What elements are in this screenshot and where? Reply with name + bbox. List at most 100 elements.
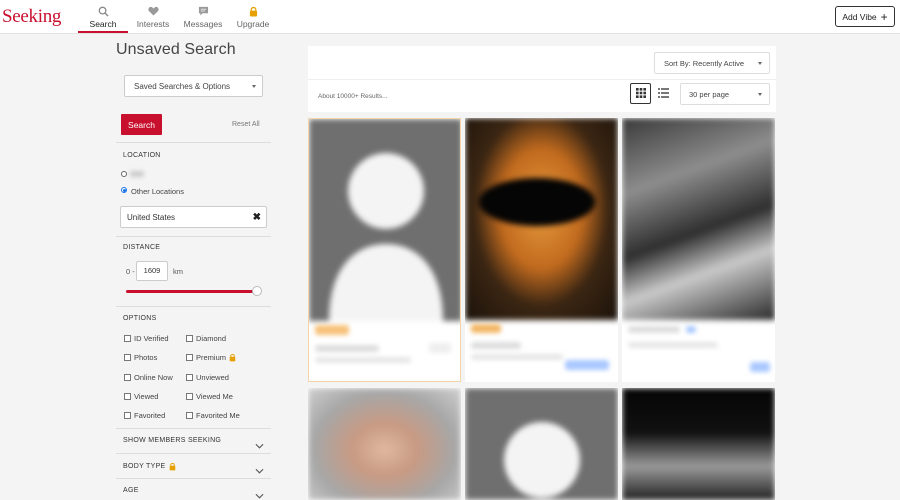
profile-photo[interactable] <box>465 118 618 320</box>
results-count: About 10000+ Results... <box>318 93 388 100</box>
option-label: Premium <box>196 353 227 362</box>
option-photos[interactable]: Photos <box>124 353 157 362</box>
plus-icon: + <box>880 9 888 24</box>
option-unviewed[interactable]: Unviewed <box>186 373 229 382</box>
heart-icon <box>147 5 159 17</box>
option-label: ID Verified <box>134 334 169 343</box>
checkbox[interactable] <box>124 374 131 381</box>
chevron-down-icon <box>255 436 264 454</box>
option-label: Viewed Me <box>196 392 233 401</box>
nav-interests-label: Interests <box>136 19 170 29</box>
option-label: Diamond <box>196 334 227 343</box>
grid-icon <box>635 85 646 103</box>
divider <box>308 79 776 80</box>
profile-info <box>622 320 775 382</box>
profile-photo[interactable] <box>309 119 460 321</box>
lock-icon <box>169 462 176 471</box>
nav-search[interactable]: Search <box>78 0 128 33</box>
option-label: Viewed <box>134 392 159 401</box>
search-button[interactable]: Search <box>121 114 162 135</box>
checkbox[interactable] <box>186 393 193 400</box>
checkbox[interactable] <box>186 354 193 361</box>
profile-photo[interactable] <box>622 118 775 320</box>
section-label: BODY TYPE <box>123 462 176 471</box>
clear-icon[interactable]: ✖ <box>253 212 261 223</box>
checkbox[interactable] <box>186 374 193 381</box>
divider <box>116 236 271 237</box>
current-location-radio[interactable] <box>121 171 127 177</box>
saved-searches-dropdown[interactable]: Saved Searches & Options <box>124 75 263 97</box>
section-label: SHOW MEMBERS SEEKING <box>123 437 221 444</box>
checkbox[interactable] <box>124 412 131 419</box>
distance-from-label: 0 - <box>126 267 135 276</box>
saved-searches-label: Saved Searches & Options <box>134 81 231 91</box>
seeking-logo[interactable]: Seeking <box>2 6 61 28</box>
profile-card[interactable] <box>465 388 618 500</box>
nav-upgrade[interactable]: Upgrade <box>228 0 278 33</box>
profile-info <box>465 320 618 382</box>
nav-messages[interactable]: Messages <box>178 0 228 33</box>
location-value: United States <box>127 212 176 222</box>
section-label-text: AGE <box>123 487 139 494</box>
add-vibe-label: Add Vibe <box>842 11 877 22</box>
distance-unit: km <box>173 267 183 276</box>
sort-label: Sort By: Recently Active <box>664 58 745 68</box>
option-label: Photos <box>134 353 158 362</box>
per-page-label: 30 per page <box>689 89 730 99</box>
profile-card[interactable] <box>308 118 461 382</box>
profile-card[interactable] <box>622 388 775 500</box>
profile-photo[interactable] <box>308 388 461 500</box>
checkbox[interactable] <box>124 354 131 361</box>
per-page-dropdown[interactable]: 30 per page <box>680 83 770 105</box>
checkbox[interactable] <box>186 412 193 419</box>
profile-card[interactable] <box>622 118 775 382</box>
current-location-label <box>130 171 144 177</box>
option-id-verified[interactable]: ID Verified <box>124 334 169 343</box>
reset-all-link[interactable]: Reset All <box>232 121 260 128</box>
checkbox[interactable] <box>124 393 131 400</box>
nav-search-label: Search <box>89 19 117 29</box>
list-icon <box>658 85 669 103</box>
checkbox[interactable] <box>124 335 131 342</box>
section-label: AGE <box>123 487 139 494</box>
section-body-type[interactable]: BODY TYPE <box>116 453 271 478</box>
checkbox[interactable] <box>186 335 193 342</box>
option-favorited[interactable]: Favorited <box>124 411 165 420</box>
chevron-down-icon <box>255 486 264 500</box>
distance-slider-fill <box>126 290 256 293</box>
avatar-placeholder-icon <box>329 153 443 321</box>
lock-icon <box>249 5 258 17</box>
nav-interests[interactable]: Interests <box>128 0 178 33</box>
option-premium[interactable]: Premium <box>186 353 236 362</box>
option-online-now[interactable]: Online Now <box>124 373 173 382</box>
section-age[interactable]: AGE <box>116 478 271 500</box>
list-view-button[interactable] <box>653 83 674 104</box>
profile-photo[interactable] <box>622 388 775 500</box>
results-toolbar: Sort By: Recently Active About 10000+ Re… <box>308 46 776 112</box>
distance-input[interactable]: 1609 <box>136 261 168 281</box>
caret-down-icon <box>758 62 762 65</box>
option-viewed-me[interactable]: Viewed Me <box>186 392 233 401</box>
location-input[interactable]: United States ✖ <box>120 206 267 228</box>
grid-view-button[interactable] <box>630 83 651 104</box>
profile-card[interactable] <box>308 388 461 500</box>
distance-slider[interactable] <box>126 286 263 296</box>
option-diamond[interactable]: Diamond <box>186 334 226 343</box>
option-favorited-me[interactable]: Favorited Me <box>186 411 240 420</box>
add-vibe-button[interactable]: Add Vibe + <box>835 6 895 27</box>
sort-dropdown[interactable]: Sort By: Recently Active <box>654 52 770 74</box>
location-heading: LOCATION <box>123 152 161 159</box>
section-members-seeking[interactable]: SHOW MEMBERS SEEKING <box>116 428 271 453</box>
option-label: Favorited Me <box>196 411 240 420</box>
profile-card[interactable] <box>465 118 618 382</box>
options-heading: OPTIONS <box>123 315 157 322</box>
option-viewed[interactable]: Viewed <box>124 392 158 401</box>
other-locations-radio[interactable] <box>121 187 127 193</box>
divider <box>116 142 271 143</box>
distance-heading: DISTANCE <box>123 244 161 251</box>
divider <box>116 306 271 307</box>
profile-photo[interactable] <box>465 388 618 500</box>
distance-slider-handle[interactable] <box>252 286 263 296</box>
lock-icon <box>229 353 236 362</box>
page-title: Unsaved Search <box>116 41 236 58</box>
